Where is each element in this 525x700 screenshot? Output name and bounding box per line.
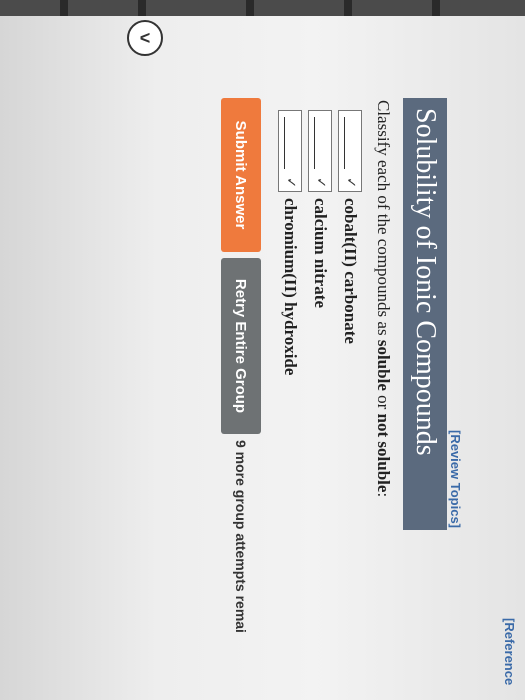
submit-answer-button[interactable]: Submit Answer [221,98,261,252]
collapse-chevron-icon[interactable]: < [127,20,163,56]
instructions: Classify each of the compounds as solubl… [374,100,393,498]
compound-row: ✓ calcium nitrate [307,110,333,308]
chevron-down-icon: ✓ [344,177,359,188]
question-page: < [Reference [Review Topics] Solubility … [0,0,525,700]
compound-row: ✓ cobalt(II) carbonate [337,110,363,344]
chevron-down-icon: ✓ [284,177,299,188]
compound-label: chromium(II) hydroxide [281,198,300,376]
references-link[interactable]: [Reference [502,618,517,685]
compound-label: cobalt(II) carbonate [341,198,360,344]
compound-row: ✓ chromium(II) hydroxide [277,110,303,375]
compound-label: calcium nitrate [311,198,330,308]
review-topics-link[interactable]: [Review Topics] [448,430,463,528]
classification-dropdown[interactable]: ✓ [308,110,332,192]
classification-dropdown[interactable]: ✓ [278,110,302,192]
retry-entire-group-button[interactable]: Retry Entire Group [221,258,261,434]
page-title: Solubility of Ionic Compounds [403,98,447,530]
chevron-down-icon: ✓ [314,177,329,188]
attempts-remaining-text: 9 more group attempts remai [233,440,249,633]
classification-dropdown[interactable]: ✓ [338,110,362,192]
